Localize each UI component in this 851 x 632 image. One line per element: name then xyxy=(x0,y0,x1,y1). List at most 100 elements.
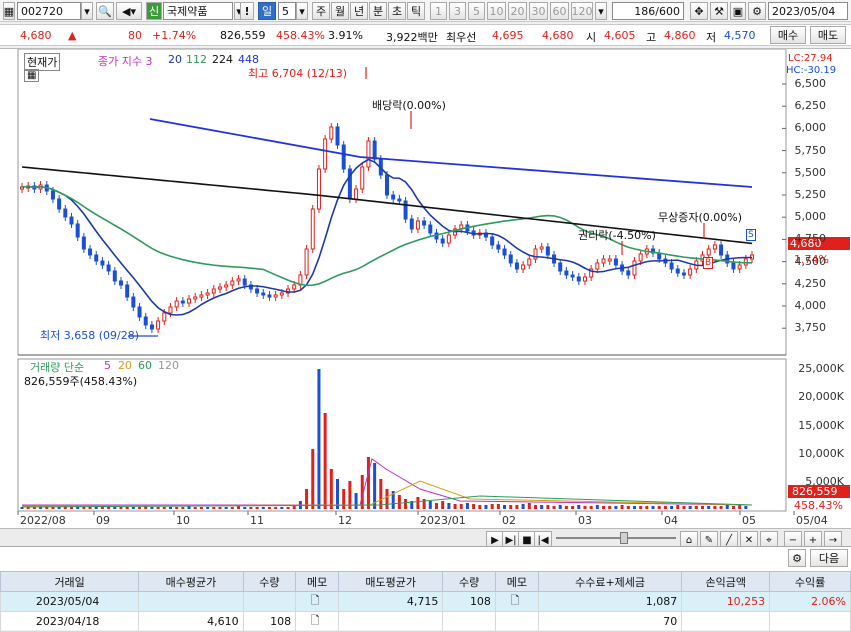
quote-bar: 4,680 ▲ 80 +1.74% 826,559 458.43% 3.91% … xyxy=(0,24,851,46)
gear-icon[interactable]: ⚙ xyxy=(748,2,766,20)
col-header[interactable]: 수량 xyxy=(242,571,297,592)
hc-value: HC:-30.19 xyxy=(786,65,837,76)
period-day-button[interactable]: 일 xyxy=(258,2,276,20)
bonus-annotation: 무상증자(0.00%) xyxy=(658,211,743,224)
volume-bar xyxy=(181,507,185,509)
volume-bar xyxy=(119,507,123,509)
zoom-slider[interactable] xyxy=(556,537,676,539)
speaker-icon[interactable]: ◀▾ xyxy=(116,2,142,20)
candle xyxy=(106,264,111,272)
grid-icon[interactable]: ▦ xyxy=(24,69,40,82)
col-header[interactable]: 매수평균가 xyxy=(138,571,244,592)
col-header[interactable]: 메모 xyxy=(295,571,340,592)
candle xyxy=(63,208,68,218)
low-price: 4,570 xyxy=(724,29,756,42)
stock-name-field[interactable]: 국제약품 xyxy=(163,2,233,20)
col-header[interactable]: 메모 xyxy=(494,571,539,592)
memo-icon[interactable] xyxy=(494,611,539,632)
toolbar: ▦ 002720 ▾ 🔍 ◀▾ 신 국제약품 ▾ ! 일 5 ▾ 주 월 년 분… xyxy=(0,0,851,22)
volume-bar xyxy=(57,507,61,509)
candle xyxy=(613,258,618,266)
volume-bar xyxy=(447,503,451,509)
tools-icon[interactable]: ⚒ xyxy=(710,2,728,20)
memo-icon[interactable]: 🗋 xyxy=(494,591,539,612)
volume-bar xyxy=(397,495,401,509)
memo-icon[interactable]: 🗋 xyxy=(295,611,340,632)
code-dropdown-icon[interactable]: ▾ xyxy=(81,2,93,20)
volume-bar xyxy=(230,507,234,509)
period-value-input[interactable]: 5 xyxy=(278,2,296,20)
search-icon[interactable]: 🔍 xyxy=(96,2,114,20)
interval-dropdown-icon[interactable]: ▾ xyxy=(595,2,607,20)
volume-pct-tag: 458.43% xyxy=(794,499,843,512)
interval-120-button[interactable]: 120 xyxy=(571,2,593,20)
candle xyxy=(539,246,544,250)
candle xyxy=(81,236,86,250)
crosshair-icon[interactable]: ✥ xyxy=(690,2,708,20)
up-triangle-icon: ▲ xyxy=(68,29,77,42)
candle xyxy=(681,272,686,276)
period-second-button[interactable]: 초 xyxy=(388,2,406,20)
settings-gear-icon[interactable]: ⚙ xyxy=(788,549,806,567)
buy-marker[interactable]: B xyxy=(703,257,714,269)
volume-bar xyxy=(113,507,117,509)
table-row[interactable]: 2023/05/04 🗋 4,715 108 🗋 1,087 10,253 2.… xyxy=(0,591,851,612)
interval-20-button[interactable]: 20 xyxy=(508,2,527,20)
volume-bar xyxy=(589,506,593,509)
interval-5-button[interactable]: 5 xyxy=(468,2,485,20)
zoom-slider-thumb[interactable] xyxy=(620,532,628,544)
volume-bar xyxy=(125,507,129,509)
chart-scrollbar[interactable]: ▶ ▶| ■ |◀ ⌂ ✎ ╱ ✕ ⌖ − + → xyxy=(0,528,851,549)
volume-bar xyxy=(255,507,259,509)
col-header[interactable]: 거래일 xyxy=(0,571,140,592)
date-tick-label: 11 xyxy=(250,514,264,527)
col-header[interactable]: 수량 xyxy=(442,571,496,592)
period-dropdown-icon[interactable]: ▾ xyxy=(296,2,308,20)
alert-icon[interactable]: ! xyxy=(240,2,254,20)
open-price: 4,605 xyxy=(604,29,636,42)
sell-marker[interactable]: S xyxy=(746,229,756,241)
interval-30-button[interactable]: 30 xyxy=(529,2,548,20)
volume-bar xyxy=(267,507,271,509)
vol-ma-20: 20 xyxy=(118,359,132,372)
volume-bar xyxy=(521,504,525,509)
volume-bar xyxy=(274,507,278,509)
volume-value: 826,559 xyxy=(220,29,266,42)
volume-bar xyxy=(366,457,370,509)
col-header[interactable]: 매도평균가 xyxy=(338,571,444,592)
price-change-pct: +1.74% xyxy=(152,29,197,42)
period-week-button[interactable]: 주 xyxy=(312,2,330,20)
period-minute-button[interactable]: 분 xyxy=(369,2,387,20)
buy-button[interactable]: 매수 xyxy=(770,26,806,44)
next-button[interactable]: 다음 xyxy=(810,549,848,567)
period-month-button[interactable]: 월 xyxy=(331,2,349,20)
date-tick-label: 12 xyxy=(338,514,352,527)
count-input[interactable]: 186/600 xyxy=(612,2,684,20)
table-row[interactable]: 2023/04/18 4,610 108 🗋 70 xyxy=(0,611,851,632)
col-header[interactable]: 수익률 xyxy=(769,571,851,592)
memo-icon[interactable]: 🗋 xyxy=(295,591,340,612)
candle xyxy=(595,262,600,270)
interval-60-button[interactable]: 60 xyxy=(550,2,569,20)
col-header[interactable]: 손익금액 xyxy=(681,571,771,592)
candle xyxy=(50,190,55,200)
interval-1-button[interactable]: 1 xyxy=(430,2,447,20)
col-header[interactable]: 수수료+제세금 xyxy=(537,571,683,592)
period-year-button[interactable]: 년 xyxy=(350,2,368,20)
ma-period-112: 112 xyxy=(186,53,207,66)
chart-area[interactable]: 현재가 ▦ 종가 지수 3 20 112 224 448 LC:27.94 HC… xyxy=(0,48,851,528)
candle xyxy=(162,312,167,322)
candle xyxy=(446,234,451,244)
candle xyxy=(75,223,80,238)
date-input[interactable]: 2023/05/04 xyxy=(768,2,848,20)
volume-bar xyxy=(484,505,488,509)
stock-code-input[interactable]: 002720 xyxy=(17,2,81,20)
interval-3-button[interactable]: 3 xyxy=(449,2,466,20)
candle xyxy=(428,224,433,234)
period-tick-button[interactable]: 틱 xyxy=(407,2,425,20)
interval-10-button[interactable]: 10 xyxy=(487,2,506,20)
menu-icon[interactable]: ▦ xyxy=(3,2,15,20)
sell-button[interactable]: 매도 xyxy=(810,26,846,44)
candle xyxy=(112,270,117,282)
save-icon[interactable]: ▣ xyxy=(730,2,746,20)
